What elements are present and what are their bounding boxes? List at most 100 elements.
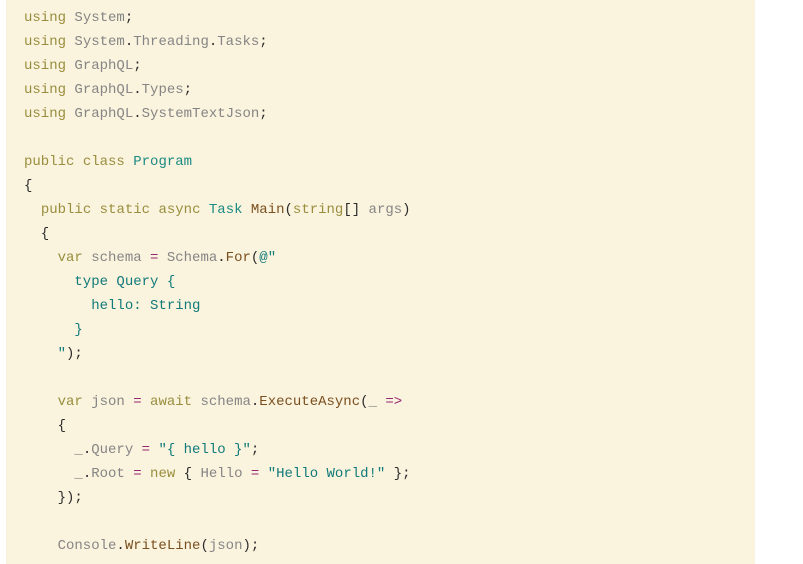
prop-root: Root: [91, 466, 133, 482]
kw-static: static: [100, 202, 150, 218]
line-1: using System;: [24, 10, 133, 26]
kw-var: var: [58, 250, 83, 266]
paren-open: (: [200, 538, 208, 554]
var-json: json: [209, 538, 243, 554]
lambda-param: _: [369, 394, 386, 410]
space: [142, 466, 150, 482]
line-4: using GraphQL.Types;: [24, 82, 192, 98]
string-start: @": [259, 250, 276, 266]
namespace-part: Threading: [133, 34, 209, 50]
dot: .: [133, 106, 141, 122]
line-21: });: [24, 490, 83, 506]
semicolon: ;: [259, 34, 267, 50]
line-17: var json = await schema.ExecuteAsync(_ =…: [24, 394, 402, 410]
method-executeasync: ExecuteAsync: [259, 394, 360, 410]
line-2: using System.Threading.Tasks;: [24, 34, 268, 50]
lambda-arrow: =>: [385, 394, 402, 410]
line-11: var schema = Schema.For(@": [24, 250, 276, 266]
var-schema: schema: [83, 250, 150, 266]
brace-close-paren-semi: });: [24, 490, 83, 506]
dot: .: [83, 466, 91, 482]
namespace-part: Tasks: [217, 34, 259, 50]
type-console: Console: [24, 538, 116, 554]
semicolon: ;: [259, 106, 267, 122]
line-13: hello: String: [24, 298, 200, 314]
kw-string: string: [293, 202, 343, 218]
kw-await: await: [142, 394, 192, 410]
line-19: _.Query = "{ hello }";: [24, 442, 259, 458]
kw-async: async: [158, 202, 200, 218]
operator-eq: =: [142, 442, 150, 458]
prop-query: Query: [91, 442, 141, 458]
prop-hello: Hello: [200, 466, 250, 482]
operator-eq: =: [133, 466, 141, 482]
brace-anon: {: [175, 466, 200, 482]
string-literal: "Hello World!": [259, 466, 385, 482]
dot: .: [83, 442, 91, 458]
dot: .: [116, 538, 124, 554]
namespace-part: Types: [142, 82, 184, 98]
line-14: }: [24, 322, 83, 338]
kw-using: using: [24, 82, 66, 98]
semicolon: ;: [184, 82, 192, 98]
kw-public: public: [24, 154, 74, 170]
class-name: Program: [133, 154, 192, 170]
string-content: hello: String: [24, 298, 200, 314]
kw-public: public: [41, 202, 91, 218]
kw-using: using: [24, 10, 66, 26]
line-3: using GraphQL;: [24, 58, 142, 74]
namespace-part: SystemTextJson: [142, 106, 260, 122]
kw-class: class: [83, 154, 125, 170]
string-content: }: [24, 322, 83, 338]
lambda-var: _: [24, 442, 83, 458]
param-args: args: [360, 202, 402, 218]
brace-open: {: [24, 226, 49, 242]
line-9: public static async Task Main(string[] a…: [24, 202, 411, 218]
string-literal: "{ hello }": [150, 442, 251, 458]
var-json: json: [83, 394, 133, 410]
line-23: Console.WriteLine(json);: [24, 538, 259, 554]
line-7: public class Program: [24, 154, 192, 170]
var-schema: schema: [192, 394, 251, 410]
method-main: Main: [251, 202, 285, 218]
namespace-part: GraphQL: [74, 82, 133, 98]
type-schema: Schema: [158, 250, 217, 266]
lambda-var: _: [24, 466, 83, 482]
line-12: type Query {: [24, 274, 175, 290]
dot: .: [133, 82, 141, 98]
kw-new: new: [150, 466, 175, 482]
paren-open: (: [285, 202, 293, 218]
line-10: {: [24, 226, 49, 242]
paren-close-semi: );: [66, 346, 83, 362]
method-writeline: WriteLine: [125, 538, 201, 554]
paren-open: (: [360, 394, 368, 410]
namespace-part: GraphQL: [74, 106, 133, 122]
line-8: {: [24, 178, 32, 194]
brace-open: {: [24, 418, 66, 434]
line-15: ");: [24, 346, 83, 362]
method-for: For: [226, 250, 251, 266]
brace-close-semi: };: [385, 466, 410, 482]
code-block: using System; using System.Threading.Tas…: [6, 0, 755, 564]
operator-eq: =: [133, 394, 141, 410]
semicolon: ;: [133, 58, 141, 74]
kw-using: using: [24, 106, 66, 122]
string-content: type Query {: [24, 274, 175, 290]
line-5: using GraphQL.SystemTextJson;: [24, 106, 268, 122]
paren-close: ): [402, 202, 410, 218]
type-task: Task: [209, 202, 243, 218]
kw-using: using: [24, 34, 66, 50]
semicolon: ;: [125, 10, 133, 26]
string-end: ": [24, 346, 66, 362]
brace-open: {: [24, 178, 32, 194]
brackets: []: [343, 202, 360, 218]
line-18: {: [24, 418, 66, 434]
paren-close-semi: );: [242, 538, 259, 554]
kw-using: using: [24, 58, 66, 74]
namespace: GraphQL: [74, 58, 133, 74]
namespace-part: System: [74, 34, 124, 50]
line-20: _.Root = new { Hello = "Hello World!" };: [24, 466, 411, 482]
kw-var: var: [58, 394, 83, 410]
semicolon: ;: [251, 442, 259, 458]
dot: .: [217, 250, 225, 266]
